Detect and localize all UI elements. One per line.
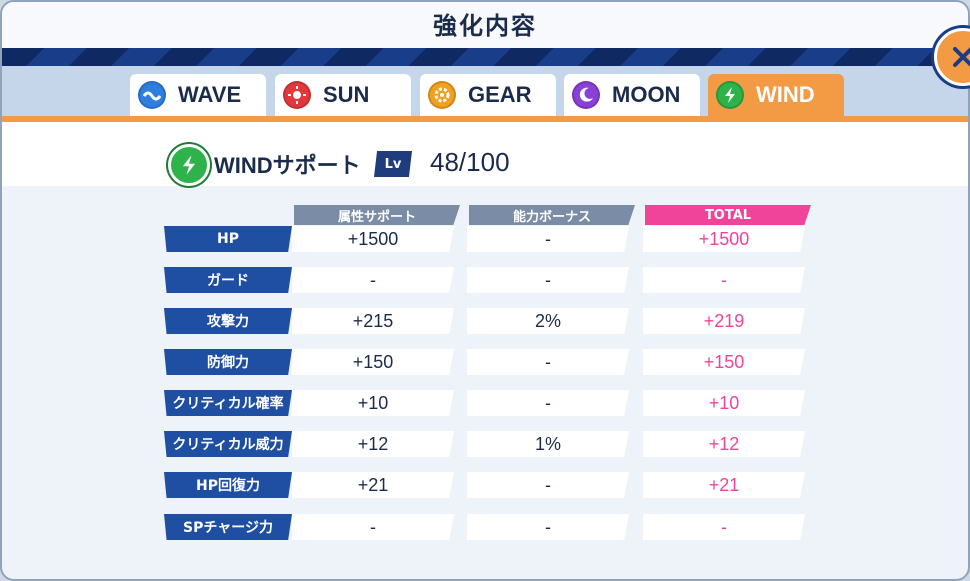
row-label-critical-power: クリティカル威力 [164, 431, 292, 457]
moon-icon [572, 81, 600, 109]
cell-bonus: - [467, 267, 629, 293]
enhancement-dialog: 強化内容 WAVE SUN GEAR MOON WIND WINDサポート Lv… [0, 0, 970, 581]
cell-support: +1500 [292, 226, 454, 252]
row-label-attack: 攻撃力 [164, 308, 292, 334]
gear-icon [428, 81, 456, 109]
tab-label: WIND [756, 82, 815, 107]
cell-total: +21 [643, 472, 805, 498]
cell-total: +10 [643, 390, 805, 416]
row-label-defense: 防御力 [164, 349, 292, 375]
cell-support: +10 [292, 390, 454, 416]
row-label-guard: ガード [164, 267, 292, 293]
cell-bonus: - [467, 472, 629, 498]
row-label-hp: HP [164, 226, 292, 252]
level-value: 48/100 [430, 147, 510, 177]
wind-icon [716, 81, 744, 109]
row-label-critical-rate: クリティカル確率 [164, 390, 292, 416]
cell-support: - [292, 514, 454, 540]
row-label-sp-charge: SPチャージ力 [164, 514, 292, 540]
cell-bonus: - [467, 226, 629, 252]
cell-total: - [643, 267, 805, 293]
close-icon [953, 47, 970, 67]
tab-label: GEAR [468, 82, 532, 107]
tab-label: WAVE [178, 82, 242, 107]
tab-label: SUN [323, 82, 370, 107]
tab-wind[interactable]: WIND [708, 74, 844, 116]
column-header-attribute-support: 属性サポート [294, 205, 460, 225]
title-bar: 強化内容 [2, 2, 968, 48]
header-stripe [2, 48, 968, 66]
cell-support: - [292, 267, 454, 293]
tab-wave[interactable]: WAVE [130, 74, 266, 116]
tab-label: MOON [612, 82, 681, 107]
tab-gear[interactable]: GEAR [420, 74, 556, 116]
column-header-total: TOTAL [645, 205, 811, 225]
wind-icon [168, 144, 210, 186]
cell-support: +215 [292, 308, 454, 334]
cell-total: - [643, 514, 805, 540]
cell-bonus: 2% [467, 308, 629, 334]
sun-icon [283, 81, 311, 109]
row-label-hp-recovery: HP回復力 [164, 472, 292, 498]
level-badge: Lv [374, 151, 412, 177]
cell-total: +12 [643, 431, 805, 457]
dialog-title: 強化内容 [433, 12, 537, 40]
cell-total: +1500 [643, 226, 805, 252]
column-header-ability-bonus: 能力ボーナス [469, 205, 635, 225]
cell-bonus: - [467, 514, 629, 540]
wave-icon [138, 81, 166, 109]
tab-sun[interactable]: SUN [275, 74, 411, 116]
cell-support: +150 [292, 349, 454, 375]
cell-bonus: - [467, 390, 629, 416]
cell-total: +150 [643, 349, 805, 375]
tab-moon[interactable]: MOON [564, 74, 700, 116]
cell-support: +12 [292, 431, 454, 457]
support-name: WINDサポート [214, 153, 361, 178]
cell-bonus: 1% [467, 431, 629, 457]
cell-total: +219 [643, 308, 805, 334]
cell-support: +21 [292, 472, 454, 498]
cell-bonus: - [467, 349, 629, 375]
